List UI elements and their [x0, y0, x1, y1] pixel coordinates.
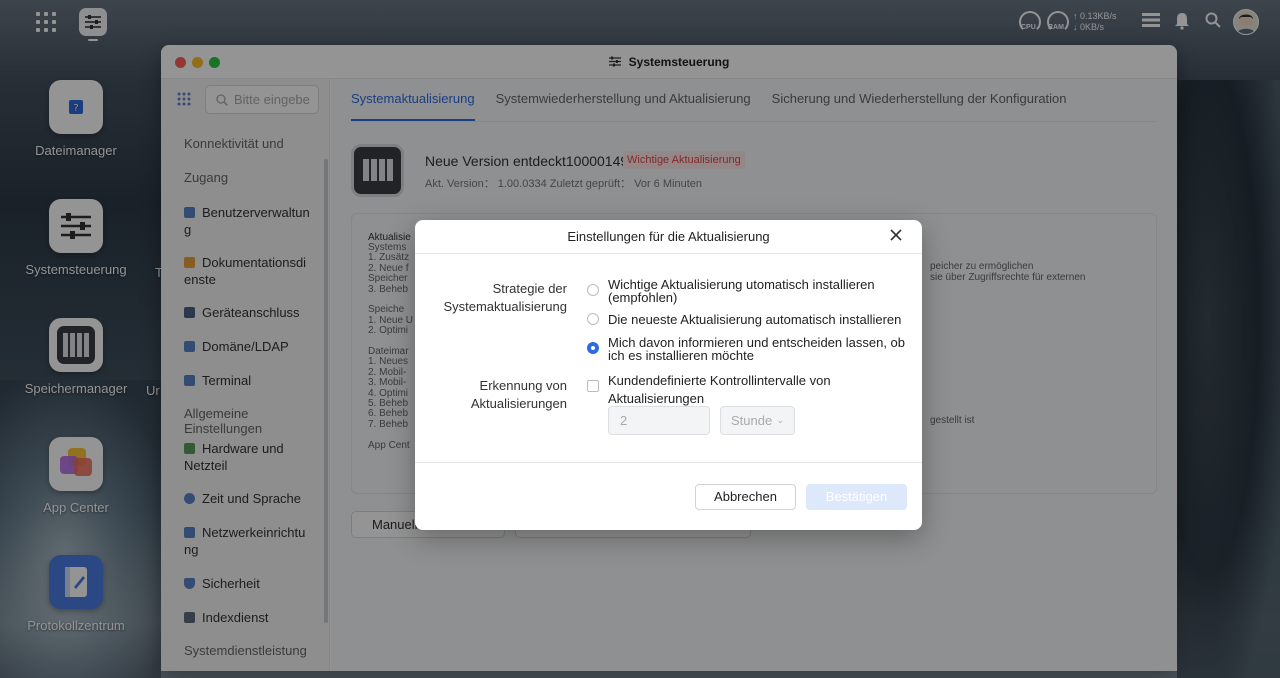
dialog-header: Einstellungen für die Aktualisierung: [415, 220, 922, 254]
interval-value-input[interactable]: 2: [608, 406, 710, 435]
radio-auto-important[interactable]: [587, 284, 599, 296]
option-notify-decide-label[interactable]: Mich davon informieren und entscheiden l…: [608, 336, 908, 362]
custom-interval-label[interactable]: Kundendefinierte Kontrollintervalle von …: [608, 372, 868, 408]
detection-label: Erkennung von Aktualisierungen: [470, 378, 567, 411]
radio-auto-latest[interactable]: [587, 313, 599, 325]
confirm-button[interactable]: Bestätigen: [806, 484, 907, 510]
interval-unit-value: Stunde: [731, 413, 773, 428]
interval-unit-select[interactable]: Stunde ⌄: [720, 406, 795, 435]
radio-notify-decide[interactable]: [587, 342, 599, 354]
dialog-divider: [415, 462, 922, 463]
option-auto-latest-label[interactable]: Die neueste Aktualisierung automatisch i…: [608, 313, 908, 326]
dialog-title: Einstellungen für die Aktualisierung: [567, 229, 770, 244]
close-icon[interactable]: [888, 229, 904, 245]
chevron-down-icon: ⌄: [776, 415, 784, 425]
update-settings-dialog: Einstellungen für die Aktualisierung Str…: [415, 220, 922, 530]
cancel-button[interactable]: Abbrechen: [695, 484, 796, 510]
option-auto-important-label[interactable]: Wichtige Aktualisierung utomatisch insta…: [608, 278, 908, 304]
strategy-label: Strategie der Systemaktualisierung: [443, 281, 567, 314]
custom-interval-checkbox[interactable]: [587, 380, 599, 392]
